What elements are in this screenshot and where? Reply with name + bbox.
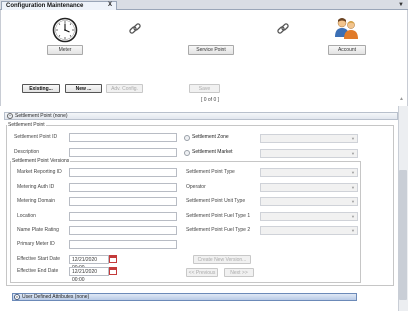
group-title: Settlement Point Versions bbox=[11, 158, 71, 164]
market-reporting-id-label: Market Reporting ID bbox=[17, 169, 62, 175]
new-button[interactable]: New ... bbox=[65, 84, 102, 93]
expand-icon[interactable]: v bbox=[14, 294, 20, 300]
chevron-down-icon: ▼ bbox=[351, 228, 355, 233]
next-button[interactable]: Next >> bbox=[224, 268, 254, 277]
page-indicator: [ 0 of 0 ] bbox=[200, 97, 220, 103]
chevron-down-icon: ▼ bbox=[351, 151, 355, 156]
chevron-down-icon: ▼ bbox=[351, 170, 355, 175]
metering-auth-id-input[interactable] bbox=[69, 183, 177, 192]
effective-start-date-input[interactable]: 12/21/2020 00:00 bbox=[69, 255, 109, 271]
settlement-zone-label: Settlement Zone bbox=[192, 134, 229, 140]
settlement-point-unit-type-label: Settlement Point Unit Type bbox=[186, 198, 246, 204]
tab-menu-chevron-down-icon[interactable]: ▼ bbox=[398, 1, 404, 9]
market-reporting-id-input[interactable] bbox=[69, 168, 177, 177]
location-label: Location bbox=[17, 213, 36, 219]
account-people-icon[interactable] bbox=[333, 15, 359, 41]
operator-select[interactable]: ▼ bbox=[260, 183, 358, 192]
settlement-point-id-label: Settlement Point ID bbox=[14, 134, 58, 140]
close-icon[interactable]: X bbox=[108, 1, 112, 9]
operator-label: Operator bbox=[186, 184, 206, 190]
chevron-down-icon: ▼ bbox=[351, 199, 355, 204]
settlement-zone-select[interactable]: ▼ bbox=[260, 134, 358, 143]
tab-label: Configuration Maintenance bbox=[6, 3, 84, 9]
settlement-market-select[interactable]: ▼ bbox=[260, 149, 358, 158]
group-title: Settlement Point bbox=[7, 122, 46, 128]
calendar-icon[interactable] bbox=[109, 255, 117, 263]
settlement-point-type-select[interactable]: ▼ bbox=[260, 168, 358, 177]
settlement-point-type-label: Settlement Point Type bbox=[186, 169, 235, 175]
metering-domain-input[interactable] bbox=[69, 197, 177, 206]
scrollbar-thumb[interactable] bbox=[399, 170, 407, 300]
primary-meter-id-label: Primary Meter ID bbox=[17, 241, 55, 247]
chain-link-icon bbox=[277, 23, 289, 34]
settlement-zone-radio[interactable] bbox=[184, 135, 190, 141]
collapse-icon[interactable]: ^ bbox=[7, 113, 13, 119]
chevron-down-icon: ▼ bbox=[351, 214, 355, 219]
adv-config-button[interactable]: Adv. Config. bbox=[106, 84, 143, 93]
existing-button[interactable]: Existing... bbox=[22, 84, 60, 93]
section-title: Settlement Point (none) bbox=[15, 113, 68, 119]
name-plate-rating-label: Name Plate Rating bbox=[17, 227, 59, 233]
location-input[interactable] bbox=[69, 212, 177, 221]
settlement-point-fuel-type-2-select[interactable]: ▼ bbox=[260, 226, 358, 235]
meter-clock-icon[interactable] bbox=[52, 17, 78, 43]
tab-configuration-maintenance[interactable]: Configuration Maintenance bbox=[1, 1, 117, 10]
metering-auth-id-label: Metering Auth ID bbox=[17, 184, 55, 190]
settlement-point-versions-group: Settlement Point Versions bbox=[10, 159, 361, 283]
chevron-down-icon: ▼ bbox=[351, 136, 355, 141]
service-point-button[interactable]: Service Point bbox=[188, 45, 234, 55]
primary-meter-id-input[interactable] bbox=[69, 240, 177, 249]
save-button[interactable]: Save bbox=[189, 84, 220, 93]
settlement-point-id-input[interactable] bbox=[69, 133, 177, 142]
name-plate-rating-input[interactable] bbox=[69, 226, 177, 235]
settlement-point-fuel-type-1-select[interactable]: ▼ bbox=[260, 212, 358, 221]
user-defined-attributes-title: User Defined Attributes (none) bbox=[22, 294, 90, 300]
settlement-point-fuel-type-2-label: Settlement Point Fuel Type 2 bbox=[186, 227, 251, 233]
metering-domain-label: Metering Domain bbox=[17, 198, 56, 204]
meter-button[interactable]: Meter bbox=[47, 45, 83, 55]
settlement-point-unit-type-select[interactable]: ▼ bbox=[260, 197, 358, 206]
effective-start-date-label: Effective Start Date bbox=[17, 256, 60, 262]
calendar-icon[interactable] bbox=[109, 267, 117, 275]
description-input[interactable] bbox=[69, 148, 177, 157]
description-label: Description bbox=[14, 149, 40, 155]
settlement-point-fuel-type-1-label: Settlement Point Fuel Type 1 bbox=[186, 213, 251, 219]
chain-link-icon bbox=[129, 23, 141, 34]
settlement-market-label: Settlement Market bbox=[192, 149, 233, 155]
effective-end-date-label: Effective End Date bbox=[17, 268, 59, 274]
previous-button[interactable]: << Previous bbox=[186, 268, 218, 277]
effective-end-date-input[interactable]: 12/21/2020 00:00 bbox=[69, 267, 109, 283]
settlement-market-radio[interactable] bbox=[184, 150, 190, 156]
scroll-up-arrow-icon[interactable]: ▲ bbox=[399, 96, 404, 102]
chevron-down-icon: ▼ bbox=[351, 185, 355, 190]
account-button[interactable]: Account bbox=[328, 45, 366, 55]
create-new-version-button[interactable]: Create New Version... bbox=[193, 255, 251, 264]
